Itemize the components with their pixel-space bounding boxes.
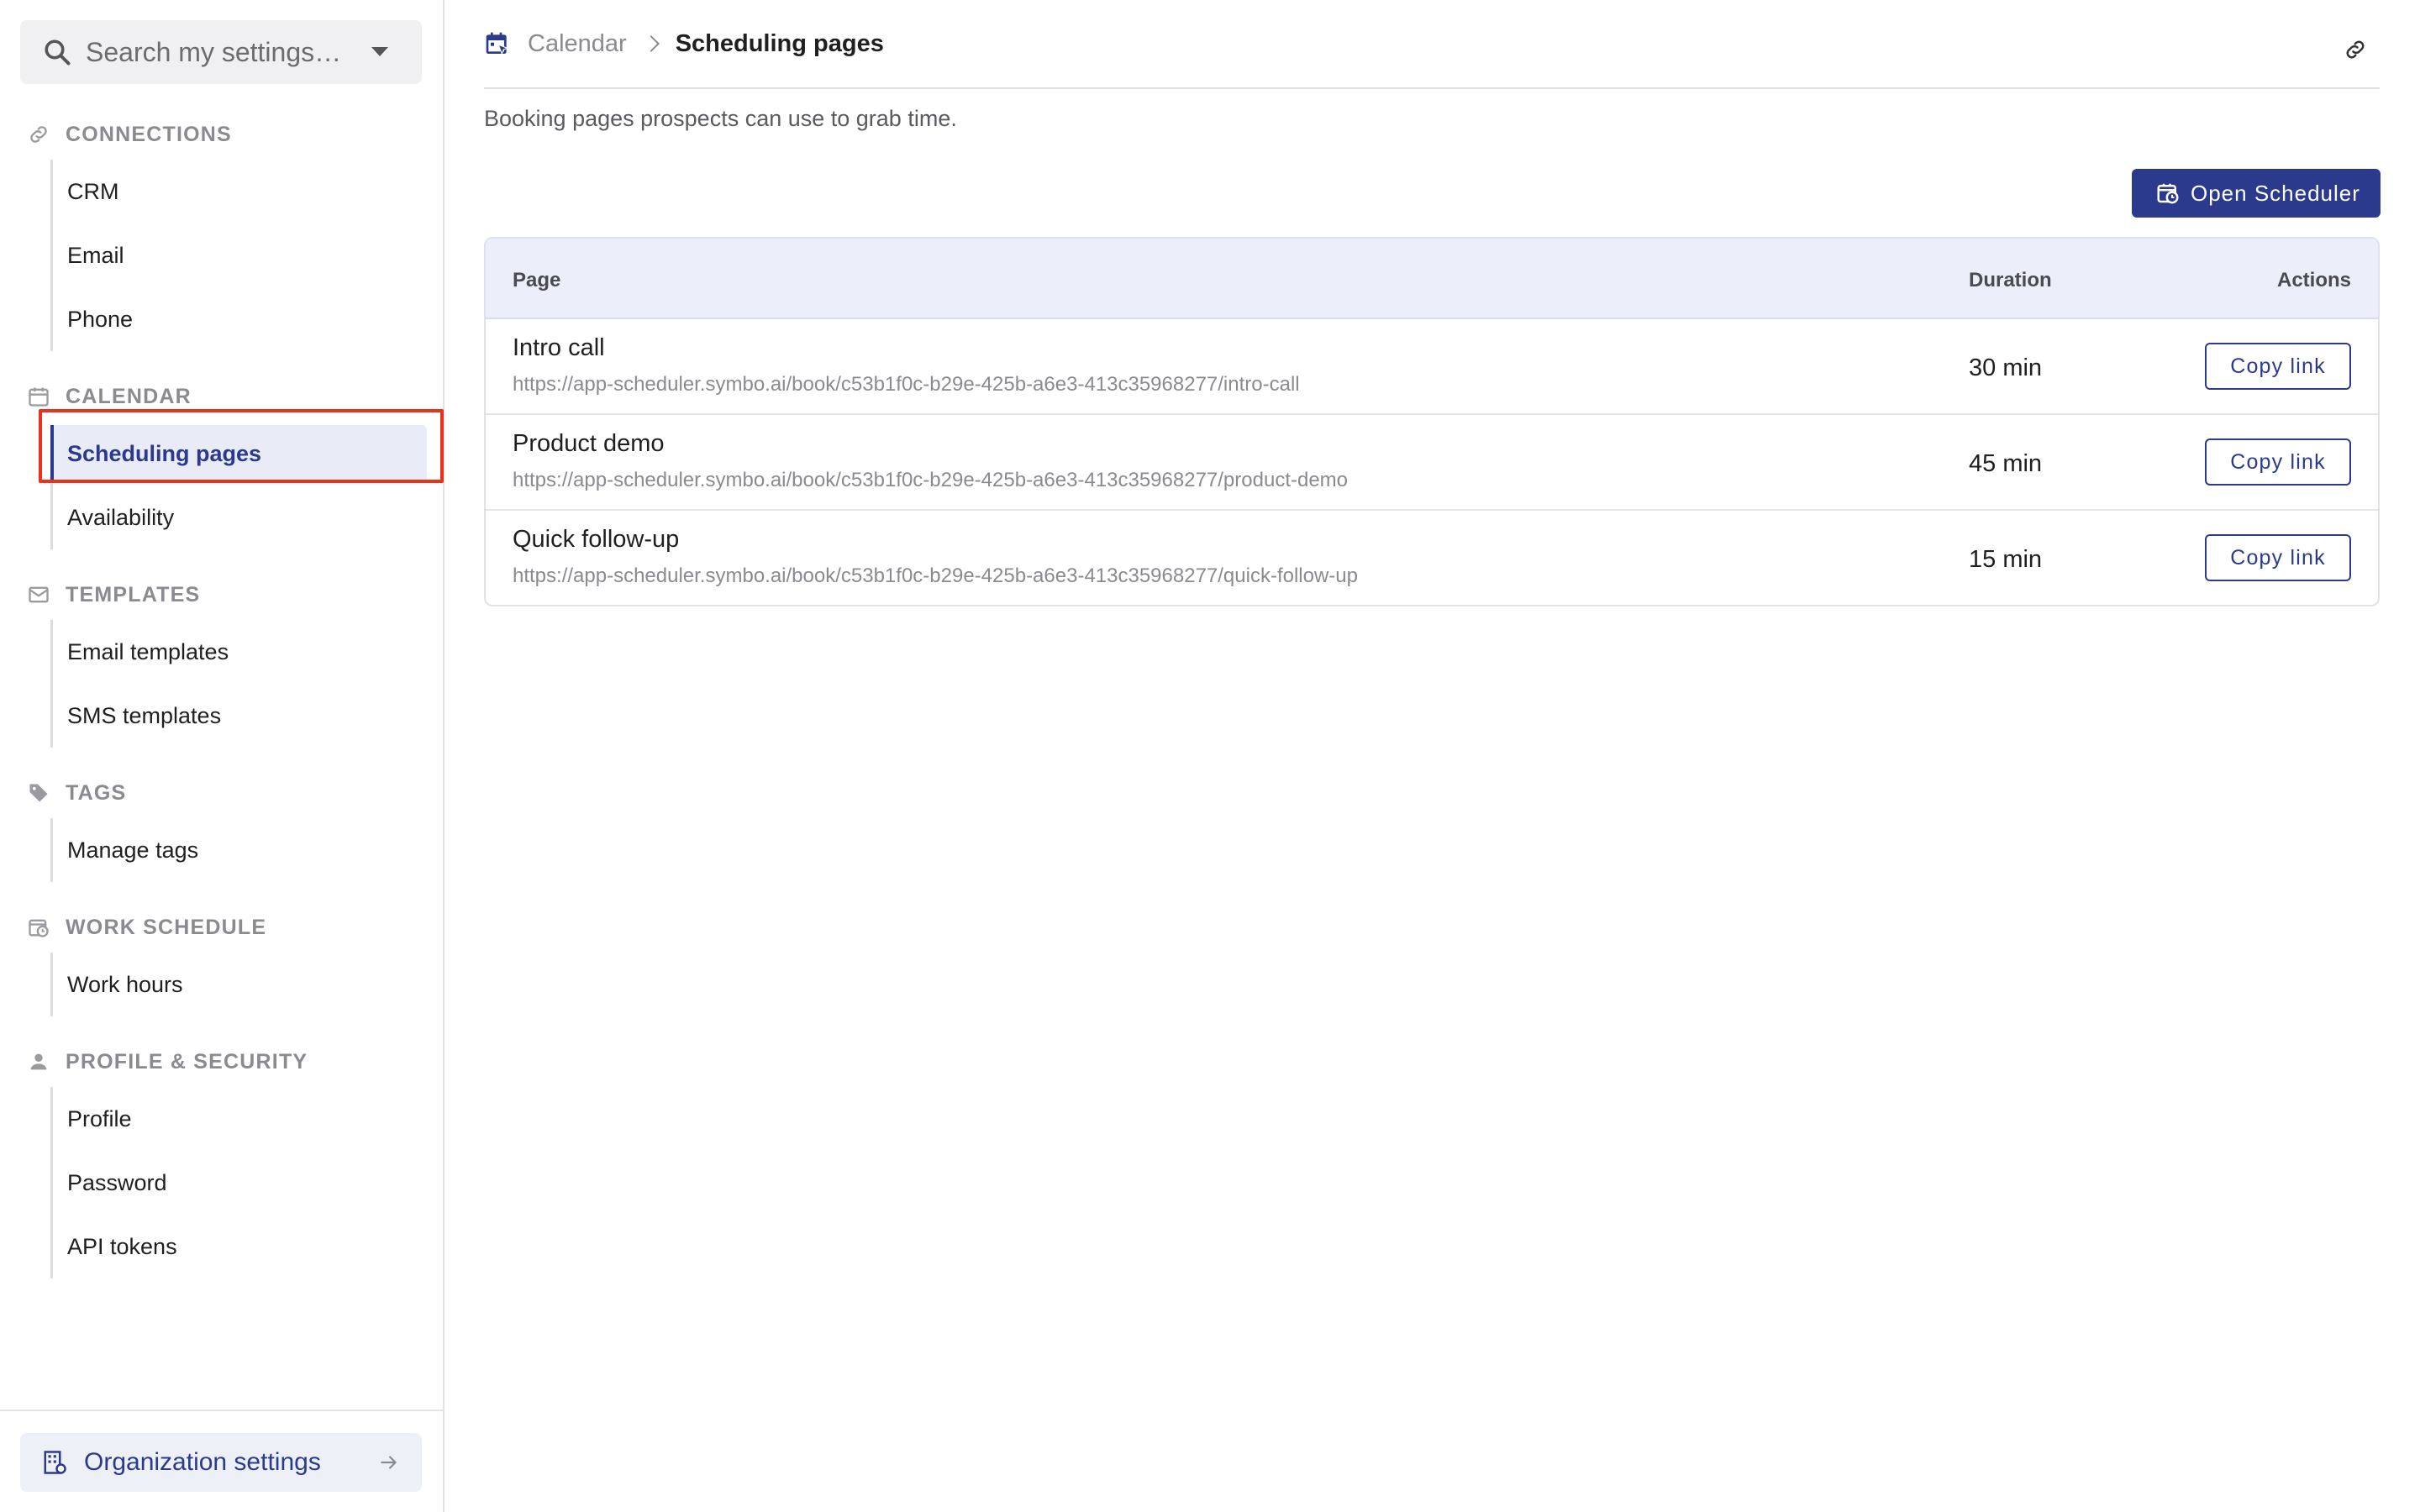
link-icon	[30, 126, 47, 143]
sidebar-item-api-tokens[interactable]: API tokens	[53, 1215, 445, 1278]
sidebar-footer: Organization settings	[0, 1410, 445, 1512]
column-header-actions: Actions	[2276, 269, 2351, 291]
sidebar-item-manage-tags[interactable]: Manage tags	[53, 818, 445, 882]
search-icon	[45, 39, 71, 66]
section-header-profile-security: PROFILE & SECURITY	[0, 1037, 445, 1087]
search-input[interactable]: Search my settings…	[20, 20, 422, 84]
calendar-clock-icon	[29, 919, 49, 937]
page-title: Scheduling pages	[675, 29, 884, 57]
section-calendar: CALENDAR Scheduling pages Availability	[0, 371, 445, 549]
settings-nav: CONNECTIONS CRM Email Phone CALENDAR Sch…	[0, 109, 445, 1299]
section-tags: TAGS Manage tags	[0, 768, 445, 882]
page-url: https://app-scheduler.symbo.ai/book/c53b…	[513, 469, 1349, 491]
calendar-icon	[29, 387, 49, 407]
column-header-page: Page	[513, 269, 561, 291]
section-title: PROFILE & SECURITY	[66, 1049, 308, 1074]
section-connections: CONNECTIONS CRM Email Phone	[0, 109, 445, 351]
settings-sidebar: Search my settings… CONNECTIONS CRM Emai…	[0, 0, 445, 1512]
page-duration: 15 min	[1969, 546, 2043, 573]
sidebar-item-profile[interactable]: Profile	[53, 1087, 445, 1151]
copy-link-icon[interactable]	[2343, 37, 2368, 62]
open-scheduler-label: Open Scheduler	[2191, 180, 2360, 206]
sidebar-item-crm[interactable]: CRM	[53, 160, 445, 223]
arrow-right-icon	[381, 1456, 397, 1469]
organization-settings-button[interactable]: Organization settings	[20, 1433, 422, 1492]
section-templates: TEMPLATES Email templates SMS templates	[0, 570, 445, 748]
page-url: https://app-scheduler.symbo.ai/book/c53b…	[513, 564, 1358, 587]
open-scheduler-button[interactable]: Open Scheduler	[2132, 169, 2381, 218]
sidebar-item-availability[interactable]: Availability	[53, 486, 445, 549]
sidebar-item-scheduling-pages[interactable]: Scheduling pages	[50, 425, 427, 482]
breadcrumb-parent[interactable]: Calendar	[528, 30, 627, 58]
page-duration: 30 min	[1969, 354, 2043, 381]
table-row: Intro call https://app-scheduler.symbo.a…	[486, 319, 2378, 415]
copy-link-button[interactable]: Copy link	[2205, 534, 2351, 581]
sidebar-item-email-templates[interactable]: Email templates	[53, 620, 445, 684]
copy-link-button[interactable]: Copy link	[2205, 343, 2351, 390]
table-header: Page Duration Actions	[486, 239, 2378, 319]
table-row: Product demo https://app-scheduler.symbo…	[486, 415, 2378, 511]
section-title: CALENDAR	[66, 384, 192, 408]
scheduling-pages-table: Page Duration Actions Intro call https:/…	[484, 237, 2380, 606]
section-header-templates: TEMPLATES	[0, 570, 445, 620]
page-name: Quick follow-up	[513, 526, 680, 553]
main-content: Calendar Scheduling pages Booking pages …	[445, 0, 2420, 1512]
breadcrumb: Calendar Scheduling pages	[484, 0, 2380, 89]
section-title: TEMPLATES	[66, 582, 201, 606]
section-header-tags: TAGS	[0, 768, 445, 818]
page-duration: 45 min	[1969, 450, 2043, 477]
section-work-schedule: WORK SCHEDULE Work hours	[0, 902, 445, 1016]
sidebar-item-work-hours[interactable]: Work hours	[53, 953, 445, 1016]
sidebar-item-password[interactable]: Password	[53, 1151, 445, 1215]
sidebar-item-email[interactable]: Email	[53, 223, 445, 287]
section-title: TAGS	[66, 780, 127, 805]
page-name: Product demo	[513, 430, 665, 457]
calendar-cursor-icon	[486, 32, 509, 55]
column-header-duration: Duration	[1969, 269, 2052, 291]
section-title: CONNECTIONS	[66, 122, 232, 146]
page-subtitle: Booking pages prospects can use to grab …	[484, 106, 957, 131]
chevron-down-icon[interactable]	[371, 47, 388, 56]
section-header-work-schedule: WORK SCHEDULE	[0, 902, 445, 953]
building-icon	[44, 1451, 66, 1474]
search-placeholder: Search my settings…	[86, 36, 342, 67]
table-row: Quick follow-up https://app-scheduler.sy…	[486, 511, 2378, 605]
organization-settings-label: Organization settings	[84, 1448, 321, 1476]
sidebar-item-sms-templates[interactable]: SMS templates	[53, 684, 445, 748]
section-title: WORK SCHEDULE	[66, 915, 267, 939]
chevron-right-icon	[642, 35, 660, 52]
section-header-calendar: CALENDAR	[0, 371, 445, 422]
tag-icon	[29, 784, 48, 802]
calendar-clock-icon	[2157, 183, 2179, 204]
section-header-connections: CONNECTIONS	[0, 109, 445, 160]
page-name: Intro call	[513, 334, 605, 361]
copy-link-button[interactable]: Copy link	[2205, 438, 2351, 486]
page-url: https://app-scheduler.symbo.ai/book/c53b…	[513, 373, 1300, 396]
section-profile-security: PROFILE & SECURITY Profile Password API …	[0, 1037, 445, 1278]
templates-icon	[29, 586, 49, 603]
sidebar-item-phone[interactable]: Phone	[53, 287, 445, 351]
person-icon	[30, 1053, 47, 1070]
